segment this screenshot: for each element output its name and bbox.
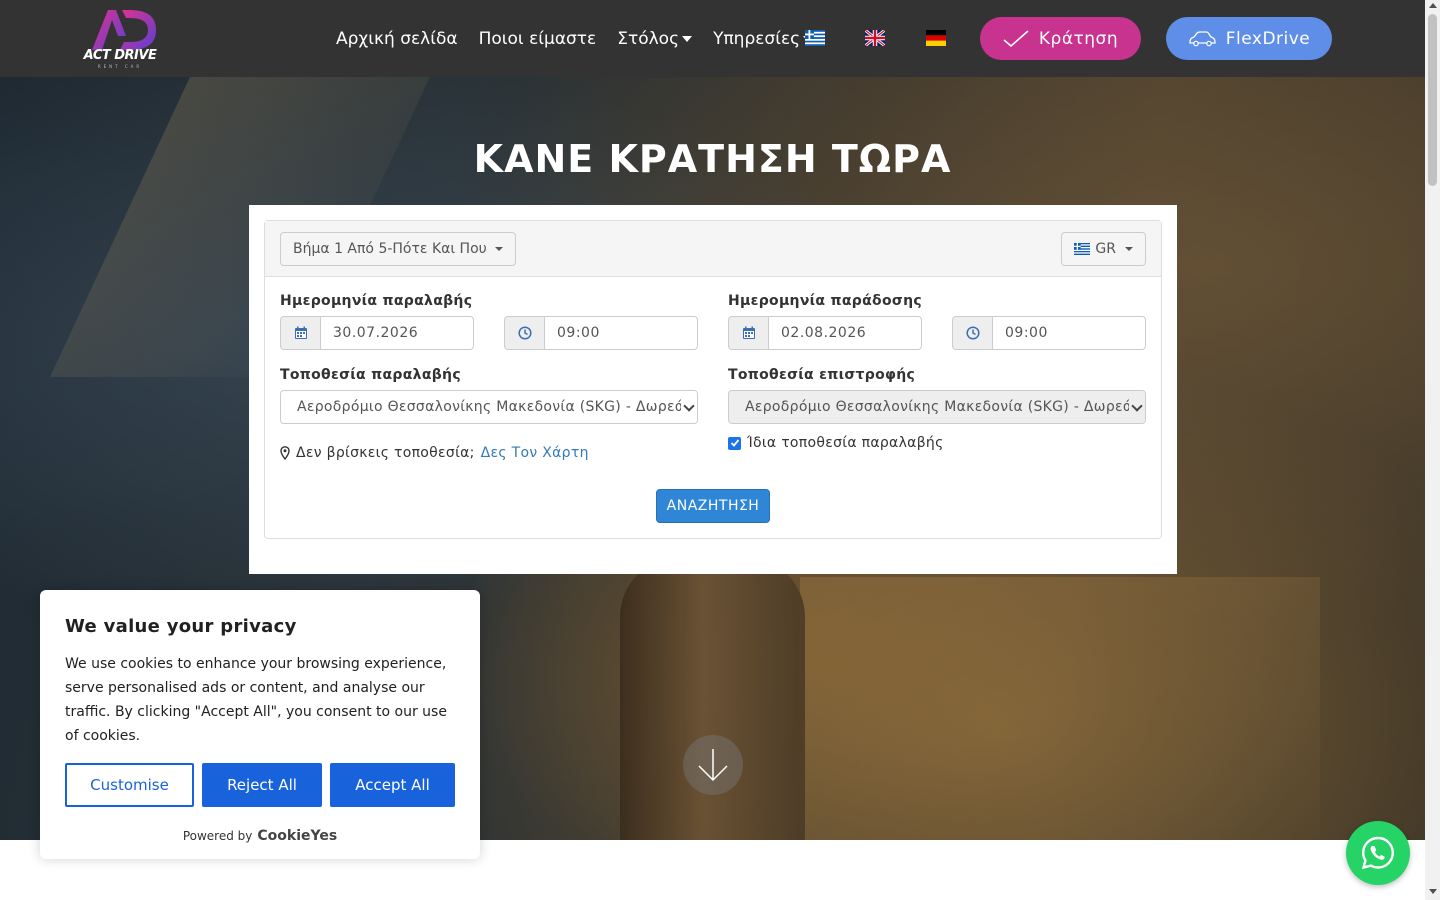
booking-button[interactable]: Κράτηση	[980, 17, 1141, 60]
return-date-input[interactable]: 02.08.2026	[768, 316, 922, 350]
return-location-value: Αεροδρόμιο Θεσσαλονίκης Μακεδονία (SKG) …	[745, 399, 1141, 415]
return-location-label: Τοποθεσία επιστροφής	[728, 367, 916, 383]
flexdrive-button[interactable]: FlexDrive	[1166, 17, 1332, 60]
language-dropdown-label: GR	[1095, 241, 1116, 257]
return-date-field[interactable]: 02.08.2026	[728, 316, 922, 350]
customise-button[interactable]: Customise	[65, 763, 194, 807]
uk-flag-icon[interactable]	[865, 30, 885, 46]
map-prompt-row: Δεν βρίσκεις τοποθεσία; Δες Τον Χάρτη	[280, 445, 589, 461]
cookie-title: We value your privacy	[65, 616, 297, 637]
page-scrollbar[interactable]	[1425, 0, 1440, 900]
language-dropdown[interactable]: GR	[1061, 232, 1146, 266]
caret-down-icon	[494, 247, 503, 251]
main-nav: Αρχική σελίδα Ποιοι είμαστε Στόλος Υπηρε…	[336, 0, 834, 77]
booking-panel-header: Βήμα 1 Από 5-Πότε Και Που GR	[265, 221, 1161, 277]
check-icon	[1003, 29, 1029, 47]
hero-road-lights	[800, 577, 1320, 840]
clock-icon[interactable]	[952, 316, 992, 350]
pickup-location-select[interactable]: Αεροδρόμιο Θεσσαλονίκης Μακεδονία (SKG) …	[280, 390, 698, 424]
step-dropdown[interactable]: Βήμα 1 Από 5-Πότε Και Που	[280, 232, 516, 266]
pickup-date-field[interactable]: 30.07.2026	[280, 316, 474, 350]
caret-down-icon	[1125, 247, 1133, 251]
nav-home[interactable]: Αρχική σελίδα	[336, 29, 458, 49]
hero-title: ΚΑΝΕ ΚΡΑΤΗΣΗ ΤΩΡΑ	[473, 137, 952, 181]
nav-fleet[interactable]: Στόλος	[617, 28, 693, 49]
nav-services[interactable]: Υπηρεσίες	[713, 28, 814, 49]
pickup-time-field[interactable]: 09:00	[504, 316, 698, 350]
scroll-down-arrow-icon[interactable]	[1429, 889, 1437, 894]
flexdrive-button-label: FlexDrive	[1225, 28, 1311, 49]
return-time-input[interactable]: 09:00	[992, 316, 1146, 350]
same-location-label: Ίδια τοποθεσία παραλαβής	[747, 435, 944, 451]
nav-about-label: Ποιοι είμαστε	[478, 28, 597, 49]
see-map-link[interactable]: Δες Τον Χάρτη	[481, 445, 589, 461]
powered-by-text: Powered by	[182, 829, 253, 843]
cookieyes-logo[interactable]: CookieYes	[257, 828, 337, 844]
booking-button-label: Κράτηση	[1038, 28, 1119, 49]
return-time-field[interactable]: 09:00	[952, 316, 1146, 350]
map-marker-icon	[280, 446, 290, 460]
scrollbar-thumb[interactable]	[1428, 14, 1437, 186]
search-button[interactable]: ΑΝΑΖΗΤΗΣΗ	[656, 489, 770, 523]
act-drive-logo[interactable]: ACT DRIVE RENT CAR	[78, 6, 160, 70]
nav-about[interactable]: Ποιοι είμαστε	[479, 29, 597, 49]
calendar-icon[interactable]	[280, 316, 320, 350]
scroll-down-button[interactable]	[683, 735, 743, 795]
nav-services-label: Υπηρεσίες	[713, 28, 801, 49]
caret-down-icon	[682, 35, 693, 42]
return-date-label: Ημερομηνία παράδοσης	[728, 293, 922, 309]
same-location-row: Ίδια τοποθεσία παραλαβής	[728, 435, 944, 451]
top-navbar: ACT DRIVE RENT CAR Αρχική σελίδα Ποιοι ε…	[0, 0, 1425, 77]
scroll-up-arrow-icon[interactable]	[1429, 3, 1437, 8]
booking-panel: Βήμα 1 Από 5-Πότε Και Που GR Ημερομηνία …	[264, 220, 1162, 539]
reject-all-button[interactable]: Reject All	[202, 763, 322, 807]
nav-home-label: Αρχική σελίδα	[336, 28, 458, 49]
booking-widget: Βήμα 1 Από 5-Πότε Και Που GR Ημερομηνία …	[249, 205, 1177, 574]
arrow-down-icon	[698, 749, 728, 782]
german-flag-icon[interactable]	[926, 30, 946, 46]
checkmark-icon	[730, 439, 739, 447]
cookie-consent-banner: We value your privacy We use cookies to …	[40, 590, 480, 859]
return-location-select[interactable]: Αεροδρόμιο Θεσσαλονίκης Μακεδονία (SKG) …	[728, 390, 1146, 424]
clock-icon[interactable]	[504, 316, 544, 350]
powered-by-row: Powered by CookieYes	[40, 828, 480, 844]
calendar-icon[interactable]	[728, 316, 768, 350]
hero-white-tower	[620, 557, 805, 840]
pickup-date-input[interactable]: 30.07.2026	[320, 316, 474, 350]
pickup-time-input[interactable]: 09:00	[544, 316, 698, 350]
pickup-location-value: Αεροδρόμιο Θεσσαλονίκης Μακεδονία (SKG) …	[297, 399, 693, 415]
step-dropdown-label: Βήμα 1 Από 5-Πότε Και Που	[293, 241, 487, 257]
accept-all-button[interactable]: Accept All	[330, 763, 455, 807]
pickup-location-label: Τοποθεσία παραλαβής	[280, 367, 461, 383]
same-location-checkbox[interactable]	[728, 436, 741, 450]
whatsapp-icon[interactable]	[1346, 821, 1410, 885]
pickup-date-label: Ημερομηνία παραλαβής	[280, 293, 473, 309]
car-icon	[1189, 30, 1216, 46]
greek-flag-icon[interactable]	[805, 30, 825, 46]
map-prompt-text: Δεν βρίσκεις τοποθεσία;	[296, 445, 475, 461]
nav-fleet-label: Στόλος	[617, 28, 680, 49]
greek-flag-icon	[1074, 243, 1091, 255]
logo-subtext: RENT CAR	[97, 64, 143, 69]
logo-wordmark: ACT DRIVE	[83, 48, 157, 63]
cookie-description: We use cookies to enhance your browsing …	[65, 656, 447, 744]
